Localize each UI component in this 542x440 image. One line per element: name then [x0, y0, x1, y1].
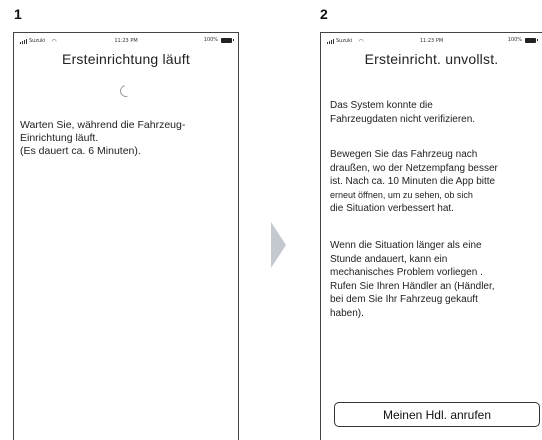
message-line: bei dem Sie Ihr Fahrzeug gekauft [330, 294, 478, 305]
message-paragraph-1: Das System konnte die Fahrzeugdaten nich… [330, 99, 536, 126]
step-number-1: 1 [14, 6, 22, 22]
battery-icon [221, 37, 234, 43]
message-line: die Situation verbessert hat. [330, 203, 454, 214]
spinner-container [14, 82, 238, 100]
message-line: Einrichtung läuft. [20, 132, 99, 144]
message-line: erneut öffnen, um zu sehen, ob sich [330, 189, 473, 200]
phone-screen-1: Suzuki ◠ 11:23 PM 100% Ersteinrichtung l… [13, 32, 239, 440]
status-bar: Suzuki ◠ 11:23 PM 100% [14, 33, 238, 48]
step-number-2: 2 [320, 6, 328, 22]
message-paragraph-3: Wenn die Situation länger als eine Stund… [330, 239, 536, 320]
setup-message: Warten Sie, während die Fahrzeug- Einric… [20, 119, 232, 158]
battery-icon [525, 37, 538, 43]
phone-screen-2: Suzuki ◠ 11:23 PM 100% Ersteinricht. unv… [320, 32, 542, 440]
battery-indicator: 100% [507, 37, 538, 43]
message-line: Warten Sie, während die Fahrzeug- [20, 119, 186, 131]
screen-title: Ersteinrichtung läuft [62, 51, 190, 67]
message-line: draußen, wo der Netzempfang besser [330, 162, 498, 174]
loading-spinner-icon [117, 82, 135, 100]
battery-percent: 100% [507, 37, 522, 43]
battery-percent: 100% [203, 37, 218, 43]
call-dealer-button[interactable]: Meinen Hdl. anrufen [334, 402, 540, 427]
message-line: Das System konnte die [330, 100, 433, 111]
message-line: ist. Nach ca. 10 Minuten die App bitte [330, 176, 496, 187]
message-line: mechanisches Problem vorliegen . [330, 267, 483, 278]
message-line: Wenn die Situation länger als eine [330, 240, 482, 251]
battery-indicator: 100% [203, 37, 234, 43]
message-line: Stunde andauert, kann ein [330, 253, 448, 265]
message-line: (Es dauert ca. 6 Minuten). [20, 145, 141, 157]
message-line: haben). [330, 307, 364, 319]
arrow-right-icon [271, 222, 286, 268]
message-line: Fahrzeugdaten nicht verifizieren. [330, 113, 476, 125]
message-line: Bewegen Sie das Fahrzeug nach [330, 149, 478, 160]
screen-title: Ersteinricht. unvollst. [364, 51, 499, 67]
message-paragraph-2: Bewegen Sie das Fahrzeug nach draußen, w… [330, 148, 536, 216]
status-bar: Suzuki ◠ 11:23 PM 100% [321, 33, 542, 48]
message-line: Rufen Sie Ihren Händler an (Händler, [330, 280, 495, 292]
